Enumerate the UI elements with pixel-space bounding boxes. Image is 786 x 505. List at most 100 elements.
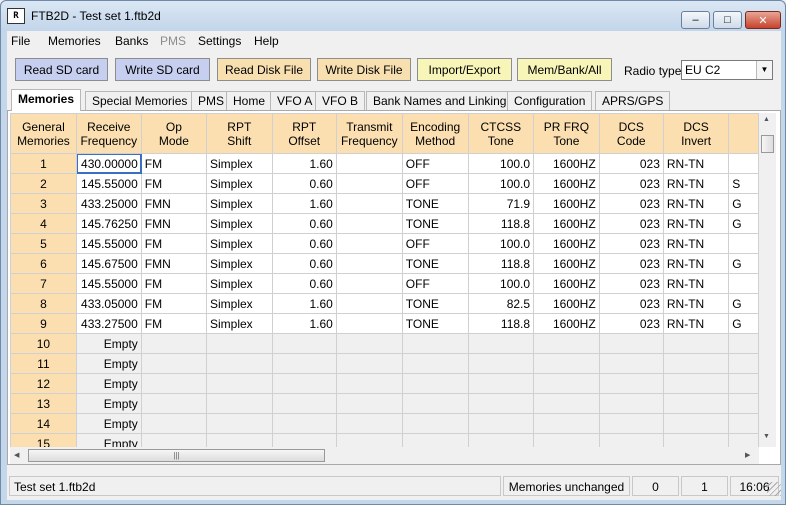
table-row[interactable]: 2 145.55000 FM Simplex 0.60 OFF 100.0 1600HZ 023… [10, 173, 759, 194]
receive-frequency-cell[interactable]: Empty [75, 393, 142, 414]
op-mode-cell[interactable]: FMN [140, 253, 208, 274]
table-row[interactable]: 9 433.27500 FM Simplex 1.60 TONE 118.8 1600HZ 02… [10, 313, 759, 334]
rpt-shift-cell[interactable] [206, 353, 273, 374]
encoding-method-cell[interactable]: OFF [401, 173, 469, 194]
encoding-method-cell[interactable]: TONE [401, 293, 469, 314]
encoding-method-cell[interactable]: OFF [401, 233, 469, 254]
ctcss-tone-cell[interactable]: 118.8 [467, 213, 535, 234]
scroll-right-icon[interactable]: ▶ [745, 451, 750, 459]
pr-frq-tone-cell[interactable] [533, 353, 600, 374]
dcs-code-cell[interactable] [598, 373, 664, 394]
extra-cell[interactable] [728, 353, 759, 374]
rpt-offset-cell[interactable]: 1.60 [271, 293, 337, 314]
rpt-offset-cell[interactable]: 0.60 [271, 173, 337, 194]
rpt-offset-cell[interactable]: 0.60 [271, 213, 337, 234]
memory-number-cell[interactable]: 14 [10, 413, 77, 434]
write-disk-file-button[interactable]: Write Disk File [317, 58, 411, 81]
op-mode-cell[interactable] [140, 413, 208, 434]
memory-number-cell[interactable]: 7 [10, 273, 77, 294]
receive-frequency-cell[interactable]: Empty [75, 353, 142, 374]
rpt-offset-cell[interactable] [271, 333, 337, 354]
encoding-method-cell[interactable] [401, 433, 469, 447]
transmit-frequency-cell[interactable] [335, 393, 403, 414]
op-mode-cell[interactable]: FMN [140, 213, 208, 234]
transmit-frequency-cell[interactable] [335, 373, 403, 394]
column-header[interactable]: General Memories [10, 113, 77, 154]
rpt-offset-cell[interactable]: 0.60 [271, 273, 337, 294]
write-sd-card-button[interactable]: Write SD card [115, 58, 210, 81]
receive-frequency-cell[interactable]: 145.67500 [75, 253, 142, 274]
ctcss-tone-cell[interactable]: 71.9 [467, 193, 535, 214]
rpt-shift-cell[interactable]: Simplex [206, 293, 273, 314]
extra-cell[interactable] [728, 233, 759, 254]
table-row[interactable]: 6 145.67500 FMN Simplex 0.60 TONE 118.8 1600HZ 0… [10, 253, 759, 274]
encoding-method-cell[interactable] [401, 373, 469, 394]
ctcss-tone-cell[interactable]: 100.0 [467, 153, 535, 174]
transmit-frequency-cell[interactable] [335, 413, 403, 434]
extra-cell[interactable]: S [728, 173, 759, 194]
extra-cell[interactable]: G [728, 253, 759, 274]
rpt-shift-cell[interactable] [206, 393, 273, 414]
rpt-shift-cell[interactable]: Simplex [206, 153, 273, 174]
menu-banks[interactable]: Banks [115, 34, 148, 48]
tab-home[interactable]: Home [226, 91, 273, 110]
ctcss-tone-cell[interactable] [467, 433, 535, 447]
memory-number-cell[interactable]: 5 [10, 233, 77, 254]
dcs-invert-cell[interactable]: RN-TN [662, 293, 730, 314]
transmit-frequency-cell[interactable] [335, 293, 403, 314]
receive-frequency-cell[interactable]: Empty [75, 433, 142, 447]
extra-cell[interactable] [728, 433, 759, 447]
rpt-shift-cell[interactable]: Simplex [206, 193, 273, 214]
dcs-code-cell[interactable]: 023 [598, 153, 664, 174]
dcs-code-cell[interactable]: 023 [598, 193, 664, 214]
tab-configuration[interactable]: Configuration [507, 91, 593, 110]
pr-frq-tone-cell[interactable] [533, 393, 600, 414]
rpt-shift-cell[interactable]: Simplex [206, 313, 273, 334]
pr-frq-tone-cell[interactable] [533, 333, 600, 354]
encoding-method-cell[interactable]: TONE [401, 193, 469, 214]
table-row[interactable]: 13 Empty [10, 393, 759, 414]
op-mode-cell[interactable]: FM [140, 273, 208, 294]
op-mode-cell[interactable]: FM [140, 153, 208, 174]
title-bar[interactable]: R FTB2D - Test set 1.ftb2d – □ ✕ [1, 1, 785, 31]
receive-frequency-cell[interactable]: Empty [75, 333, 142, 354]
pr-frq-tone-cell[interactable]: 1600HZ [533, 173, 600, 194]
extra-cell[interactable]: G [728, 313, 759, 334]
ctcss-tone-cell[interactable] [467, 413, 535, 434]
memory-number-cell[interactable]: 8 [10, 293, 77, 314]
tab-vfo-a[interactable]: VFO A [270, 91, 320, 110]
memory-number-cell[interactable]: 6 [10, 253, 77, 274]
dcs-code-cell[interactable] [598, 433, 664, 447]
dcs-invert-cell[interactable] [662, 373, 730, 394]
table-row[interactable]: 4 145.76250 FMN Simplex 0.60 TONE 118.8 1600HZ 0… [10, 213, 759, 234]
dcs-code-cell[interactable] [598, 333, 664, 354]
dcs-invert-cell[interactable] [662, 433, 730, 447]
rpt-offset-cell[interactable] [271, 413, 337, 434]
minimize-button[interactable]: – [681, 11, 710, 29]
op-mode-cell[interactable]: FMN [140, 193, 208, 214]
pr-frq-tone-cell[interactable]: 1600HZ [533, 153, 600, 174]
memory-number-cell[interactable]: 4 [10, 213, 77, 234]
rpt-shift-cell[interactable]: Simplex [206, 213, 273, 234]
op-mode-cell[interactable] [140, 373, 208, 394]
rpt-offset-cell[interactable]: 0.60 [271, 253, 337, 274]
op-mode-cell[interactable]: FM [140, 313, 208, 334]
import-export-button[interactable]: Import/Export [417, 58, 512, 81]
receive-frequency-cell[interactable]: 145.55000 [75, 273, 142, 294]
column-header[interactable]: Op Mode [140, 113, 208, 154]
extra-cell[interactable] [728, 273, 759, 294]
op-mode-cell[interactable]: FM [140, 173, 208, 194]
table-row[interactable]: 14 Empty [10, 413, 759, 434]
radio-type-select[interactable]: EU C2 ▼ [681, 60, 773, 80]
transmit-frequency-cell[interactable] [335, 193, 403, 214]
scroll-left-icon[interactable]: ◀ [14, 451, 19, 459]
ctcss-tone-cell[interactable] [467, 373, 535, 394]
dcs-code-cell[interactable]: 023 [598, 253, 664, 274]
rpt-shift-cell[interactable] [206, 433, 273, 447]
menu-help[interactable]: Help [254, 34, 279, 48]
table-row[interactable]: 3 433.25000 FMN Simplex 1.60 TONE 71.9 1600HZ 02… [10, 193, 759, 214]
tab-pms[interactable]: PMS [191, 91, 232, 110]
dcs-invert-cell[interactable]: RN-TN [662, 253, 730, 274]
rpt-offset-cell[interactable]: 1.60 [271, 193, 337, 214]
pr-frq-tone-cell[interactable]: 1600HZ [533, 313, 600, 334]
